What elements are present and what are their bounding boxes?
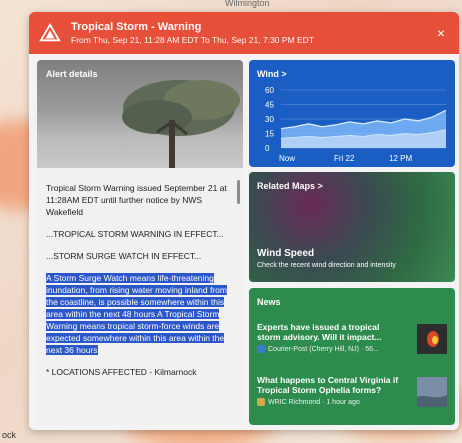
news-thumbnail [417,377,447,407]
close-icon[interactable]: × [437,25,445,41]
news-thumbnail [417,324,447,354]
related-maps-card[interactable]: Related Maps > Wind Speed Check the rece… [249,172,455,282]
y-tick-label: 15 [265,130,274,139]
alert-locations: * LOCATIONS AFFECTED - Kilmarnock [46,367,197,377]
warning-icon [39,22,61,42]
x-tick-label: Now [279,154,295,163]
map-label: ock [2,430,17,440]
alert-title: Tropical Storm - Warning [71,21,202,33]
alert-paragraph: ...STORM SURGE WATCH IN EFFECT... [46,251,202,261]
news-headline: What happens to Central Virginia if Trop… [257,375,399,395]
wind-speed-description: Check the recent wind direction and inte… [257,262,396,269]
news-source-text: Courier-Post (Cherry Hill, NJ) · 56... [268,345,379,353]
x-tick-label: Fri 22 [334,154,355,163]
news-title: News [257,297,281,307]
related-maps-title: Related Maps > [257,181,323,191]
news-card[interactable]: News Experts have issued a tropical stor… [249,288,455,425]
weather-alert-panel: Tropical Storm - Warning From Thu, Sep 2… [29,12,459,430]
source-icon [257,398,265,406]
source-icon [257,345,265,353]
y-tick-label: 45 [265,101,274,110]
alert-header: Tropical Storm - Warning From Thu, Sep 2… [29,12,459,54]
y-tick-label: 60 [265,86,274,95]
selected-text[interactable]: A Storm Surge Watch means life-threateni… [46,273,227,355]
scrollbar[interactable] [237,180,240,204]
news-source-text: WRIC Richmond · 1 hour ago [268,398,360,406]
wind-card-title: Wind > [257,69,287,79]
alert-details-card[interactable]: Alert details Tropical Storm Warning iss… [37,60,243,425]
y-tick-label: 30 [265,115,274,124]
alert-details-label: Alert details [46,69,98,79]
alert-paragraph: Tropical Storm Warning issued September … [46,183,227,217]
alert-time-range: From Thu, Sep 21, 11:28 AM EDT To Thu, S… [71,35,315,45]
x-tick-label: 12 PM [389,154,412,163]
alert-paragraph: ...TROPICAL STORM WARNING IN EFFECT... [46,229,224,239]
map-city-label: Wilmington [225,0,270,8]
wind-card[interactable]: Wind > 0 15 30 45 60 Now Fri 22 12 PM [249,60,455,167]
alert-text: Tropical Storm Warning issued September … [37,168,243,378]
y-tick-label: 0 [265,144,270,153]
news-item[interactable]: What happens to Central Virginia if Trop… [257,375,447,407]
alert-image: Alert details [37,60,243,168]
wind-speed-heading: Wind Speed [257,248,315,259]
news-item[interactable]: Experts have issued a tropical storm adv… [257,322,447,354]
news-headline: Experts have issued a tropical storm adv… [257,322,382,342]
